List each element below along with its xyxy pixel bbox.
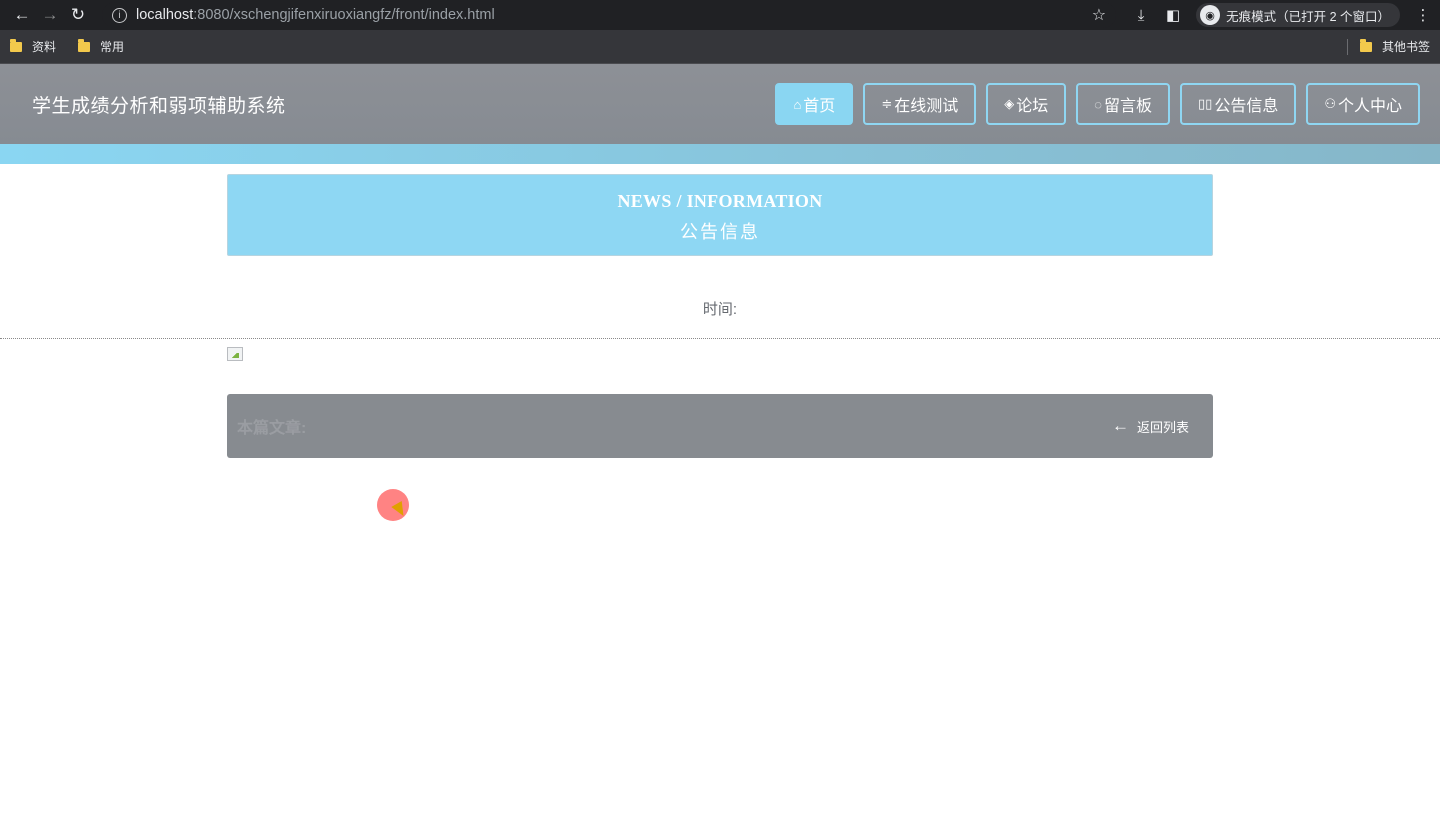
nav-online-test[interactable]: ≑ 在线测试: [863, 83, 977, 125]
nav-home[interactable]: ⌂ 首页: [775, 83, 854, 125]
site-info-icon[interactable]: i: [112, 7, 127, 23]
url-host: localhost: [136, 7, 194, 23]
chat-bubble-icon: ◌: [1094, 96, 1102, 112]
menu-kebab-icon[interactable]: ⋮: [1414, 6, 1432, 24]
site-title: 学生成绩分析和弱项辅助系统: [32, 95, 286, 117]
incognito-icon: ◉: [1200, 5, 1221, 25]
url-path: :8080/xschengjifenxiruoxiangfz/front/ind…: [193, 7, 495, 23]
nav-label: 留言板: [1103, 98, 1152, 115]
nav-personal-center[interactable]: ⚇ 个人中心: [1306, 83, 1420, 125]
back-to-list-label: 返回列表: [1136, 419, 1189, 435]
bookmark-label: 常用: [100, 40, 125, 54]
banner-chinese-title: 公告信息: [680, 222, 760, 242]
nav-announcements[interactable]: ▯▯ 公告信息: [1180, 83, 1297, 125]
nav-message-board[interactable]: ◌ 留言板: [1076, 83, 1170, 125]
folder-icon: [10, 38, 22, 52]
folder-icon: [78, 38, 91, 52]
arrow-left-icon: ←: [1111, 416, 1129, 435]
article-time: 时间:: [702, 301, 738, 318]
back-to-list-button[interactable]: ← 返回列表: [1112, 416, 1189, 436]
incognito-label: 无痕模式（已打开 2 个窗口）: [1226, 9, 1390, 24]
nav-label: 在线测试: [894, 98, 959, 115]
book-icon: ▯▯: [1198, 96, 1213, 111]
layers-icon: ◈: [1004, 96, 1015, 111]
bookmarks-bar: 资料 常用 其他书签: [0, 30, 1440, 64]
back-arrow-icon[interactable]: ←: [8, 1, 36, 29]
home-icon: ⌂: [793, 96, 802, 112]
nav-label: 首页: [803, 98, 836, 115]
broken-image-icon: [227, 347, 243, 361]
bookmark-folder-ziliao[interactable]: 资料: [10, 38, 56, 55]
site-header: 学生成绩分析和弱项辅助系统 ⌂ 首页 ≑ 在线测试 ◈ 论坛 ◌ 留言板 ▯▯ …: [0, 64, 1440, 144]
nav-label: 个人中心: [1337, 98, 1402, 115]
forward-arrow-icon[interactable]: →: [36, 1, 64, 29]
reload-icon[interactable]: ↻: [64, 1, 92, 29]
user-icon: ⚇: [1324, 96, 1336, 111]
bookmark-label: 资料: [32, 40, 57, 54]
nav-label: 公告信息: [1214, 98, 1279, 115]
bookmark-folder-other[interactable]: 其他书签: [1359, 38, 1430, 55]
side-panel-icon[interactable]: ◧: [1164, 6, 1182, 24]
article-footer-bar: 本篇文章: ← 返回列表: [227, 394, 1213, 458]
main-nav: ⌂ 首页 ≑ 在线测试 ◈ 论坛 ◌ 留言板 ▯▯ 公告信息 ⚇ 个人中心: [775, 83, 1420, 125]
bookmark-star-icon[interactable]: ☆: [1092, 5, 1106, 25]
bookmarks-separator: [1346, 38, 1348, 55]
banner-english-title: NEWS / INFORMATION: [617, 191, 823, 211]
news-banner: NEWS / INFORMATION 公告信息: [227, 174, 1213, 256]
incognito-indicator[interactable]: ◉ 无痕模式（已打开 2 个窗口）: [1196, 3, 1400, 27]
browser-toolbar: ← → ↻ i localhost:8080/xschengjifenxiruo…: [0, 0, 1440, 30]
nav-forum[interactable]: ◈ 论坛: [986, 83, 1067, 125]
header-accent-strip: [0, 144, 1440, 164]
bookmark-folder-changyong[interactable]: 常用: [78, 38, 124, 55]
nav-label: 论坛: [1016, 98, 1049, 115]
folder-icon: [1359, 38, 1372, 52]
bookmark-label: 其他书签: [1381, 40, 1430, 54]
this-article-label: 本篇文章:: [237, 420, 307, 437]
sliders-icon: ≑: [881, 96, 893, 111]
mouse-cursor-highlight: [377, 489, 409, 521]
content-divider: [0, 338, 1440, 339]
address-bar[interactable]: i localhost:8080/xschengjifenxiruoxiangf…: [102, 2, 1117, 28]
download-icon[interactable]: ⤓: [1132, 6, 1150, 24]
